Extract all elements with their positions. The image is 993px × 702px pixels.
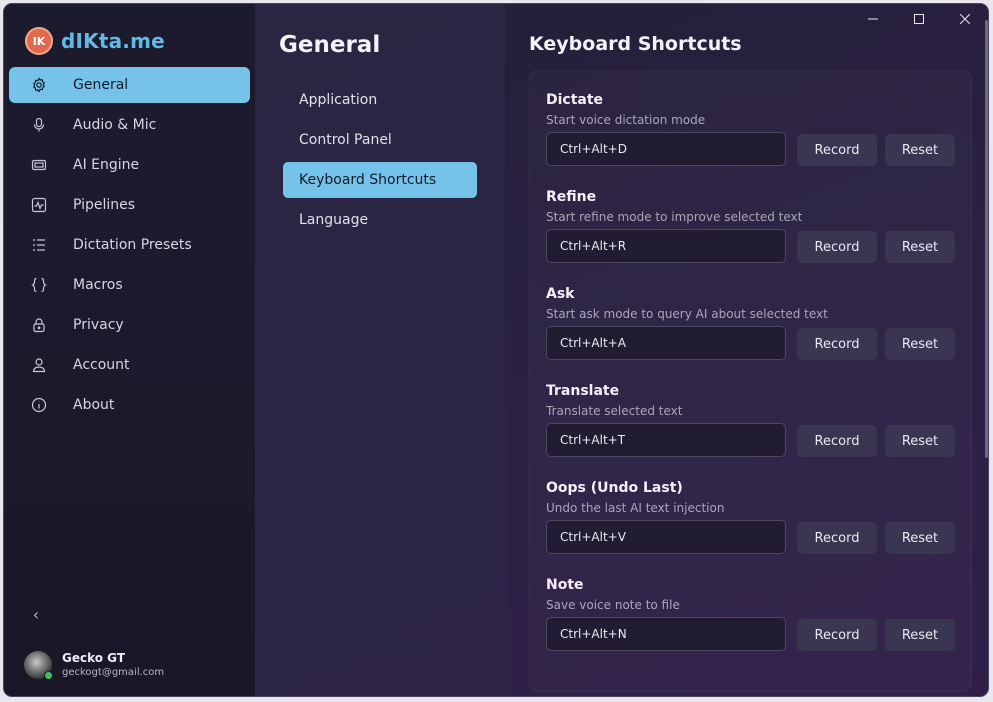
section-title: Keyboard Shortcuts <box>529 33 742 55</box>
maximize-icon <box>914 14 924 24</box>
sidebar-item-ai-engine[interactable]: AI Engine <box>9 147 250 183</box>
sidebar-item-general[interactable]: General <box>9 67 250 103</box>
record-button[interactable]: Record <box>797 522 877 554</box>
chip-icon <box>31 157 47 173</box>
scrollbar-thumb[interactable] <box>985 20 988 458</box>
shortcut-description: Translate selected text <box>546 404 683 418</box>
subnav-item-keyboard-shortcuts[interactable]: Keyboard Shortcuts <box>283 162 477 198</box>
sidebar-nav: General Audio & Mic AI Engine Pipelines <box>9 67 250 427</box>
online-status-dot-icon <box>44 671 53 680</box>
collapse-sidebar-button[interactable]: ‹ <box>28 605 44 624</box>
shortcut-description: Save voice note to file <box>546 598 680 612</box>
minimize-icon <box>868 18 878 20</box>
reset-button[interactable]: Reset <box>885 619 955 651</box>
sidebar-item-label: Privacy <box>73 317 124 333</box>
sidebar-item-macros[interactable]: Macros <box>9 267 250 303</box>
page-title: General <box>279 32 381 58</box>
close-button[interactable] <box>942 4 988 34</box>
record-button[interactable]: Record <box>797 134 877 166</box>
user-email: geckogt@gmail.com <box>62 666 165 678</box>
logo-badge-icon: IK <box>25 27 53 55</box>
shortcut-refine: Refine Start refine mode to improve sele… <box>546 189 956 281</box>
reset-button[interactable]: Reset <box>885 425 955 457</box>
shortcuts-list: Dictate Start voice dictation mode Ctrl+… <box>530 71 971 691</box>
shortcut-title: Ask <box>546 286 575 302</box>
window-controls <box>850 4 988 34</box>
settings-subnav-pane: General Application Control Panel Keyboa… <box>255 4 505 696</box>
sidebar-item-label: Pipelines <box>73 197 136 213</box>
shortcut-input[interactable]: Ctrl+Alt+D <box>546 132 786 166</box>
record-button[interactable]: Record <box>797 328 877 360</box>
shortcut-description: Start voice dictation mode <box>546 113 706 127</box>
sidebar-item-label: About <box>73 397 115 413</box>
app-logo: IK dIKta.me <box>25 26 165 56</box>
lock-icon <box>31 317 47 333</box>
record-button[interactable]: Record <box>797 231 877 263</box>
braces-icon <box>31 277 47 293</box>
settings-subnav: Application Control Panel Keyboard Short… <box>283 82 477 242</box>
list-icon <box>31 237 47 253</box>
shortcut-title: Translate <box>546 383 620 399</box>
sidebar-item-label: Macros <box>73 277 123 293</box>
shortcut-translate: Translate Translate selected text Ctrl+A… <box>546 383 956 475</box>
sidebar-item-about[interactable]: About <box>9 387 250 423</box>
info-icon <box>31 397 47 413</box>
reset-button[interactable]: Reset <box>885 231 955 263</box>
content-pane: Keyboard Shortcuts Dictate Start voice d… <box>505 4 988 696</box>
microphone-icon <box>31 117 47 133</box>
gear-icon <box>31 77 47 93</box>
sidebar-item-account[interactable]: Account <box>9 347 250 383</box>
shortcut-input[interactable]: Ctrl+Alt+N <box>546 617 786 651</box>
shortcut-description: Start refine mode to improve selected te… <box>546 210 803 224</box>
subnav-item-language[interactable]: Language <box>283 202 477 238</box>
minimize-button[interactable] <box>850 4 896 34</box>
shortcut-input[interactable]: Ctrl+Alt+A <box>546 326 786 360</box>
reset-button[interactable]: Reset <box>885 522 955 554</box>
shortcut-dictate: Dictate Start voice dictation mode Ctrl+… <box>546 92 956 184</box>
subnav-item-control-panel[interactable]: Control Panel <box>283 122 477 158</box>
app-name: dIKta.me <box>61 29 165 53</box>
shortcut-ask: Ask Start ask mode to query AI about sel… <box>546 286 956 378</box>
sidebar-item-privacy[interactable]: Privacy <box>9 307 250 343</box>
sidebar-item-label: Account <box>73 357 130 373</box>
sidebar-item-audio-mic[interactable]: Audio & Mic <box>9 107 250 143</box>
maximize-button[interactable] <box>896 4 942 34</box>
sidebar-item-pipelines[interactable]: Pipelines <box>9 187 250 223</box>
shortcut-title: Dictate <box>546 92 604 108</box>
sidebar: IK dIKta.me General Audio & Mic AI Engin… <box>4 4 255 696</box>
avatar <box>24 651 53 680</box>
shortcut-input[interactable]: Ctrl+Alt+V <box>546 520 786 554</box>
record-button[interactable]: Record <box>797 425 877 457</box>
record-button[interactable]: Record <box>797 619 877 651</box>
sidebar-item-label: General <box>73 77 129 93</box>
reset-button[interactable]: Reset <box>885 134 955 166</box>
shortcut-title: Refine <box>546 189 597 205</box>
app-window: IK dIKta.me General Audio & Mic AI Engin… <box>4 4 988 696</box>
user-icon <box>31 357 47 373</box>
user-name: Gecko GT <box>62 650 126 665</box>
shortcut-title: Oops (Undo Last) <box>546 480 683 496</box>
close-icon <box>960 14 970 24</box>
shortcut-title: Note <box>546 577 584 593</box>
sidebar-item-label: Audio & Mic <box>73 117 157 133</box>
subnav-item-application[interactable]: Application <box>283 82 477 118</box>
sidebar-item-label: Dictation Presets <box>73 237 192 253</box>
reset-button[interactable]: Reset <box>885 328 955 360</box>
user-profile[interactable]: Gecko GT geckogt@gmail.com <box>24 647 164 683</box>
shortcut-input[interactable]: Ctrl+Alt+R <box>546 229 786 263</box>
activity-icon <box>31 197 47 213</box>
shortcut-description: Start ask mode to query AI about selecte… <box>546 307 828 321</box>
shortcut-description: Undo the last AI text injection <box>546 501 725 515</box>
shortcut-oops-undo-last: Oops (Undo Last) Undo the last AI text i… <box>546 480 956 572</box>
sidebar-item-dictation-presets[interactable]: Dictation Presets <box>9 227 250 263</box>
shortcut-note: Note Save voice note to file Ctrl+Alt+N … <box>546 577 956 669</box>
shortcut-input[interactable]: Ctrl+Alt+T <box>546 423 786 457</box>
sidebar-item-label: AI Engine <box>73 157 140 173</box>
